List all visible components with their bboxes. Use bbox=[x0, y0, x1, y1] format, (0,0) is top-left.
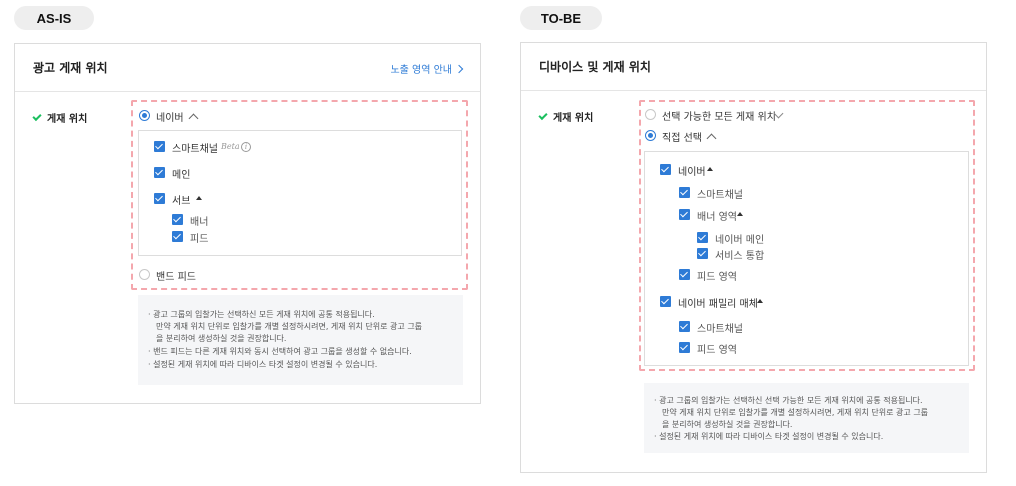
label-main: 메인 bbox=[172, 170, 191, 181]
exposure-area-guide-link[interactable]: 노출 영역 안내 bbox=[390, 61, 464, 76]
radio-all-placements-label: 선택 가능한 모든 게재 위치 bbox=[662, 112, 776, 123]
notice-line: · 설정된 게재 위치에 따라 디바이스 타겟 설정이 변경될 수 있습니다. bbox=[148, 360, 378, 369]
as-is-card: 광고 게재 위치 노출 영역 안내 게재 위치 네이버 스마트채널 Beta i… bbox=[14, 43, 481, 404]
collapse-triangle-icon[interactable] bbox=[757, 299, 763, 303]
collapse-triangle-icon[interactable] bbox=[196, 196, 202, 200]
row-label-text: 게재 위치 bbox=[47, 114, 88, 125]
label-feed-area: 피드 영역 bbox=[697, 272, 737, 283]
label-family-smartchannel: 스마트채널 bbox=[697, 324, 743, 335]
check-icon bbox=[538, 110, 548, 120]
checkbox-feed-area[interactable] bbox=[679, 269, 690, 280]
checkbox-family-smartchannel[interactable] bbox=[679, 321, 690, 332]
checkbox-naver[interactable] bbox=[660, 164, 671, 175]
checkbox-family-media[interactable] bbox=[660, 296, 671, 307]
label-family-media: 네이버 패밀리 매체 bbox=[678, 299, 758, 310]
checkbox-naver-main[interactable] bbox=[697, 232, 708, 243]
card-title: 광고 게재 위치 bbox=[33, 61, 108, 75]
notice-line: · 광고 그룹의 입찰가는 선택하신 모든 게재 위치에 공통 적용됩니다. bbox=[148, 310, 375, 319]
card-header: 디바이스 및 게재 위치 bbox=[521, 43, 986, 91]
notice-line: 만약 게재 위치 단위로 입찰가를 개별 설정하시려면, 게재 위치 단위로 광… bbox=[662, 408, 929, 417]
notice-box: · 광고 그룹의 입찰가는 선택하신 선택 가능한 모든 게재 위치에 공통 적… bbox=[644, 383, 969, 453]
radio-direct-select[interactable] bbox=[645, 130, 656, 141]
notice-line: 을 분리하여 생성하실 것을 권장합니다. bbox=[662, 420, 793, 429]
label-banner: 배너 bbox=[190, 217, 209, 228]
checkbox-main[interactable] bbox=[154, 167, 165, 178]
radio-direct-select-label: 직접 선택 bbox=[662, 133, 702, 144]
beta-badge: Beta bbox=[221, 142, 240, 151]
radio-naver[interactable] bbox=[139, 110, 150, 121]
label-family-feed-area: 피드 영역 bbox=[697, 345, 737, 356]
info-icon[interactable]: i bbox=[241, 142, 251, 152]
notice-box: · 광고 그룹의 입찰가는 선택하신 모든 게재 위치에 공통 적용됩니다. 만… bbox=[138, 295, 463, 385]
placement-row-label: 게재 위치 bbox=[538, 109, 594, 124]
checkbox-family-feed-area[interactable] bbox=[679, 342, 690, 353]
direct-options-box bbox=[644, 151, 969, 366]
collapse-triangle-icon[interactable] bbox=[737, 212, 743, 216]
to-be-card: 디바이스 및 게재 위치 게재 위치 선택 가능한 모든 게재 위치 직접 선택… bbox=[520, 42, 987, 473]
checkbox-serve[interactable] bbox=[154, 193, 165, 204]
collapse-triangle-icon[interactable] bbox=[707, 167, 713, 171]
label-naver: 네이버 bbox=[678, 167, 706, 178]
label-smartchannel: 스마트채널 bbox=[172, 144, 218, 155]
label-serve: 서브 bbox=[172, 196, 191, 207]
to-be-tag: TO-BE bbox=[520, 6, 602, 30]
placement-row-label: 게재 위치 bbox=[32, 110, 88, 125]
radio-naver-label: 네이버 bbox=[156, 113, 184, 124]
notice-line: 을 분리하여 생성하실 것을 권장합니다. bbox=[156, 334, 287, 343]
checkbox-service-integrated[interactable] bbox=[697, 248, 708, 259]
link-label: 노출 영역 안내 bbox=[390, 65, 452, 76]
label-service-integrated: 서비스 통합 bbox=[715, 251, 765, 262]
check-icon bbox=[32, 111, 42, 121]
radio-band-feed[interactable] bbox=[139, 269, 150, 280]
checkbox-smartchannel[interactable] bbox=[679, 187, 690, 198]
chevron-right-icon bbox=[454, 64, 464, 73]
label-banner-area: 배너 영역 bbox=[697, 212, 737, 223]
notice-line: 만약 게재 위치 단위로 입찰가를 개별 설정하시려면, 게재 위치 단위로 광… bbox=[156, 322, 423, 331]
radio-band-feed-label: 밴드 피드 bbox=[156, 272, 196, 283]
label-naver-main: 네이버 메인 bbox=[715, 235, 765, 246]
notice-line: · 밴드 피드는 다른 게재 위치와 동시 선택하여 광고 그룹을 생성할 수 … bbox=[148, 347, 412, 356]
checkbox-feed[interactable] bbox=[172, 231, 183, 242]
label-feed: 피드 bbox=[190, 234, 209, 245]
row-label-text: 게재 위치 bbox=[553, 113, 594, 124]
notice-line: · 광고 그룹의 입찰가는 선택하신 선택 가능한 모든 게재 위치에 공통 적… bbox=[654, 396, 923, 405]
checkbox-banner[interactable] bbox=[172, 214, 183, 225]
notice-line: · 설정된 게재 위치에 따라 디바이스 타겟 설정이 변경될 수 있습니다. bbox=[654, 432, 884, 441]
checkbox-banner-area[interactable] bbox=[679, 209, 690, 220]
checkbox-smartchannel[interactable] bbox=[154, 141, 165, 152]
card-title: 디바이스 및 게재 위치 bbox=[539, 60, 651, 74]
as-is-tag: AS-IS bbox=[14, 6, 94, 30]
radio-all-placements[interactable] bbox=[645, 109, 656, 120]
label-smartchannel: 스마트채널 bbox=[697, 190, 743, 201]
